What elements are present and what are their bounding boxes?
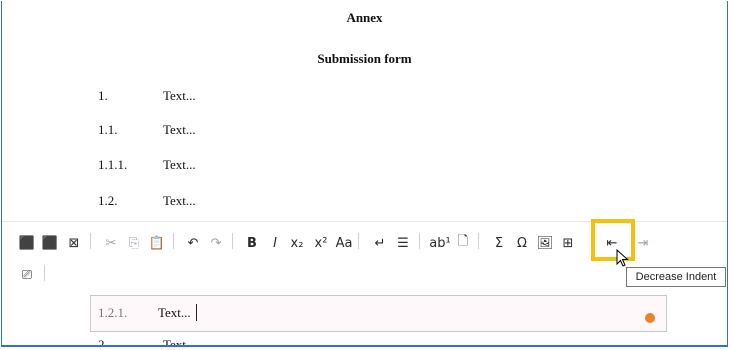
insert-document-icon[interactable]: 🗋	[454, 234, 472, 252]
document-subtitle: Submission form	[317, 51, 412, 66]
item-text-2[interactable]: Text	[163, 337, 186, 345]
toolbar-separator	[478, 233, 479, 249]
numbered-list-icon[interactable]: ☰	[394, 234, 412, 252]
document-editor: Annex Submission form 1. Text... 1.1. Te…	[1, 1, 728, 347]
toolbar-separator	[419, 233, 420, 249]
undo-icon[interactable]: ↶	[184, 234, 202, 252]
redo-icon[interactable]: ↷	[207, 234, 225, 252]
delete-section-icon[interactable]: ⊠	[65, 234, 83, 252]
tooltip: Decrease Indent	[626, 267, 726, 287]
text-caret	[196, 304, 197, 321]
footnote-icon[interactable]: ab¹	[429, 234, 450, 252]
image-icon[interactable]: 🖼	[536, 234, 554, 252]
document-title: Annex	[346, 10, 383, 25]
omega-icon[interactable]: Ω	[513, 234, 531, 252]
item-number-2: 2.	[98, 337, 108, 347]
item-number-1-2-1: 1.2.1.	[98, 305, 128, 320]
sum-icon[interactable]: Σ	[490, 234, 508, 252]
cut-icon[interactable]: ✂	[102, 234, 120, 252]
subscript-icon[interactable]: x₂	[288, 234, 306, 252]
item-text-1-2[interactable]: Text...	[163, 193, 196, 209]
special-icon[interactable]: ⎚	[18, 266, 36, 284]
item-text-1-1[interactable]: Text...	[163, 122, 196, 138]
item-text-1-2-1[interactable]: Text...	[158, 305, 191, 321]
toolbar-separator	[232, 233, 233, 249]
mouse-pointer-icon	[616, 249, 629, 267]
item-text-1[interactable]: Text...	[163, 88, 196, 104]
item-number-1: 1.	[98, 88, 108, 103]
paste-icon[interactable]: 📋	[148, 234, 166, 252]
table-icon[interactable]: ⊞	[559, 234, 577, 252]
toolbar-separator	[44, 265, 45, 281]
increase-indent-icon[interactable]: ⇥	[634, 234, 652, 252]
toolbar-separator	[90, 233, 91, 249]
line-break-icon[interactable]: ↵	[371, 234, 389, 252]
copy-icon[interactable]: ⎘	[125, 234, 143, 252]
insert-subsection-icon[interactable]: ⬛	[41, 234, 59, 252]
change-case-icon[interactable]: Aa	[335, 234, 353, 252]
item-number-1-1-1: 1.1.1.	[98, 157, 128, 172]
toolbar-separator	[358, 233, 359, 249]
italic-icon[interactable]: I	[266, 234, 284, 252]
item-text-1-1-1[interactable]: Text...	[163, 157, 196, 173]
bold-icon[interactable]: B	[243, 234, 261, 252]
status-dot	[645, 313, 655, 323]
superscript-icon[interactable]: x²	[312, 234, 330, 252]
insert-section-icon[interactable]: ⬛	[18, 234, 36, 252]
toolbar-separator	[173, 233, 174, 249]
item-number-1-2: 1.2.	[98, 193, 118, 208]
item-number-1-1: 1.1.	[98, 122, 118, 137]
